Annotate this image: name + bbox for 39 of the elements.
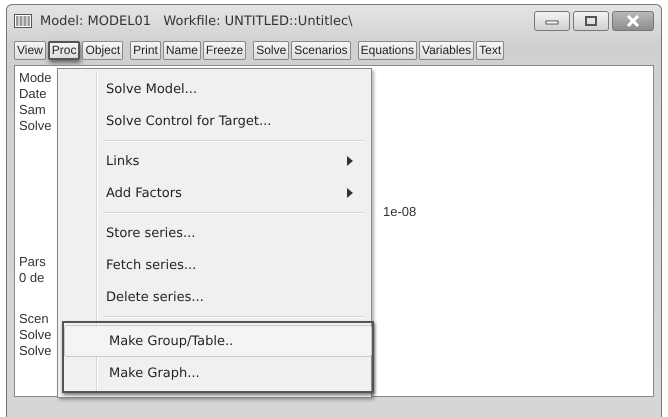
submenu-arrow-icon	[347, 188, 353, 198]
menu-item[interactable]: Solve Model...	[61, 73, 368, 105]
output-text: 0 de	[19, 270, 44, 285]
window-title: Model: MODEL01 Workfile: UNTITLED::Untitlec\	[40, 14, 354, 28]
menu-item[interactable]: Add Factors	[61, 177, 368, 209]
close-button[interactable]	[612, 11, 654, 31]
toolbar-button[interactable]: Variables	[419, 40, 474, 60]
close-icon	[625, 15, 641, 27]
output-text: Sam	[19, 102, 46, 117]
maximize-icon	[584, 15, 598, 27]
toolbar-button[interactable]: Object	[82, 40, 124, 60]
output-text: Scen	[19, 311, 49, 326]
toolbar-button[interactable]: Equations	[358, 40, 418, 60]
output-text: 1e-08	[383, 204, 416, 219]
menu-item[interactable]: Store series...	[61, 217, 368, 249]
output-text: Solve	[19, 118, 52, 133]
minimize-button[interactable]	[534, 11, 570, 31]
toolbar-button[interactable]: Freeze	[202, 40, 246, 60]
toolbar-button[interactable]: Proc	[48, 40, 80, 60]
output-text: Solve	[19, 327, 52, 342]
menu-item[interactable]: Fetch series...	[61, 249, 368, 281]
menu-item[interactable]: Solve Control for Target...	[61, 105, 368, 137]
output-text: Solve	[19, 343, 52, 358]
output-text: Mode	[19, 70, 52, 85]
menu-item[interactable]: Delete series...	[61, 281, 368, 313]
maximize-button[interactable]	[573, 11, 609, 31]
toolbar-button[interactable]: Name	[162, 40, 201, 60]
toolbar-button[interactable]: Text	[476, 40, 504, 60]
menu-item[interactable]: Make Group/Table..	[64, 325, 372, 357]
toolbar-button[interactable]: Solve	[253, 40, 290, 60]
menu-item[interactable]: Make Graph...	[64, 357, 372, 389]
toolbar-button[interactable]: View	[14, 40, 46, 60]
toolbar-button[interactable]: Print	[130, 40, 161, 60]
menu-item[interactable]: Links	[61, 145, 368, 177]
output-text: Pars	[19, 254, 46, 269]
window-icon	[14, 14, 32, 28]
submenu-arrow-icon	[347, 156, 353, 166]
toolbar-button[interactable]: Scenarios	[291, 40, 351, 60]
output-text: Date	[19, 86, 46, 101]
